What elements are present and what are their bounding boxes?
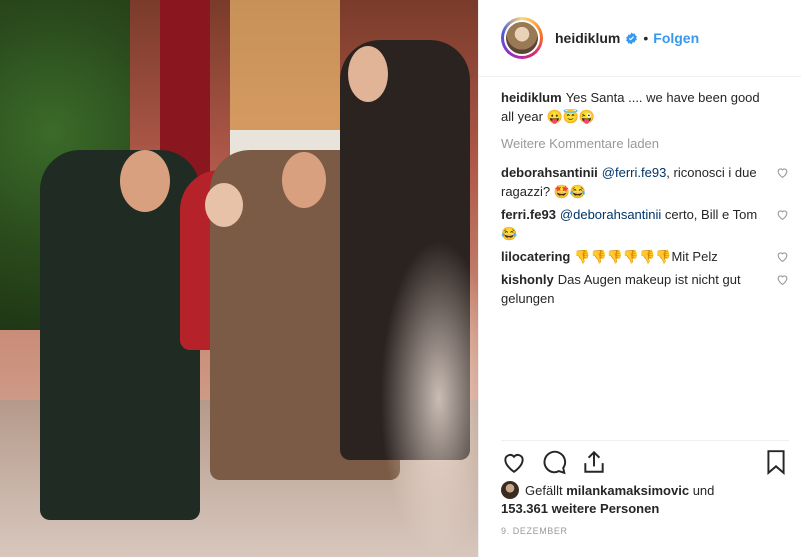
like-comment-heart-icon[interactable]	[776, 250, 789, 263]
post-photo[interactable]	[0, 0, 478, 557]
comment-username[interactable]: kishonly	[501, 272, 554, 287]
username-link[interactable]: heidiklum	[555, 30, 620, 46]
comment-username[interactable]: lilocatering	[501, 249, 570, 264]
comment-text: 👎👎👎👎👎👎Mit Pelz	[574, 249, 718, 264]
likes-and: und	[692, 483, 715, 498]
comment-row: kishonly Das Augen makeup ist nicht gut g…	[501, 270, 789, 308]
comment-mention[interactable]: @ferri.fe93	[602, 165, 667, 180]
separator-dot: •	[643, 30, 649, 46]
post-sidebar: heidiklum • Folgen heidiklum Yes Santa ..…	[478, 0, 801, 557]
avatar[interactable]	[504, 20, 540, 56]
story-ring[interactable]	[501, 17, 543, 59]
share-icon[interactable]	[581, 449, 607, 475]
comment-mention[interactable]: @deborahsantinii	[560, 207, 661, 222]
comment-username[interactable]: ferri.fe93	[501, 207, 556, 222]
comment-icon[interactable]	[541, 449, 567, 475]
liker-avatar[interactable]	[501, 481, 519, 499]
doorway-light	[230, 0, 340, 140]
likes-summary: Gefällt milankamaksimovic und 153.361 we…	[501, 481, 789, 518]
person-left	[40, 150, 200, 520]
follow-button[interactable]: Folgen	[653, 30, 699, 46]
head	[348, 46, 388, 102]
likes-count-link[interactable]: 153.361 weitere Personen	[501, 501, 659, 516]
verified-badge-icon	[626, 32, 638, 44]
like-comment-heart-icon[interactable]	[776, 208, 789, 221]
head	[120, 150, 170, 212]
comment-username[interactable]: deborahsantinii	[501, 165, 598, 180]
heart-icon[interactable]	[501, 449, 527, 475]
head	[205, 183, 243, 227]
bookmark-icon[interactable]	[763, 449, 789, 475]
light-glare	[380, 240, 478, 557]
comments-section: heidiklum Yes Santa .... we have been goo…	[501, 88, 789, 312]
load-more-comments-link[interactable]: Weitere Kommentare laden	[501, 134, 789, 153]
head	[282, 152, 326, 208]
like-comment-heart-icon[interactable]	[776, 166, 789, 179]
likes-prefix: Gefällt	[525, 483, 563, 498]
like-comment-heart-icon[interactable]	[776, 273, 789, 286]
caption: heidiklum Yes Santa .... we have been goo…	[501, 88, 789, 126]
comment-row: lilocatering 👎👎👎👎👎👎Mit Pelz	[501, 247, 789, 266]
caption-username[interactable]: heidiklum	[501, 90, 562, 105]
liker-username[interactable]: milankamaksimovic	[566, 483, 689, 498]
comment-row: deborahsantinii @ferri.fe93, riconosci i …	[501, 163, 789, 201]
post-date[interactable]: 9. DEZEMBER	[501, 526, 568, 536]
instagram-post: heidiklum • Folgen heidiklum Yes Santa ..…	[0, 0, 801, 557]
post-header: heidiklum • Folgen	[479, 0, 801, 77]
comment-row: ferri.fe93 @deborahsantinii certo, Bill e…	[501, 205, 789, 243]
